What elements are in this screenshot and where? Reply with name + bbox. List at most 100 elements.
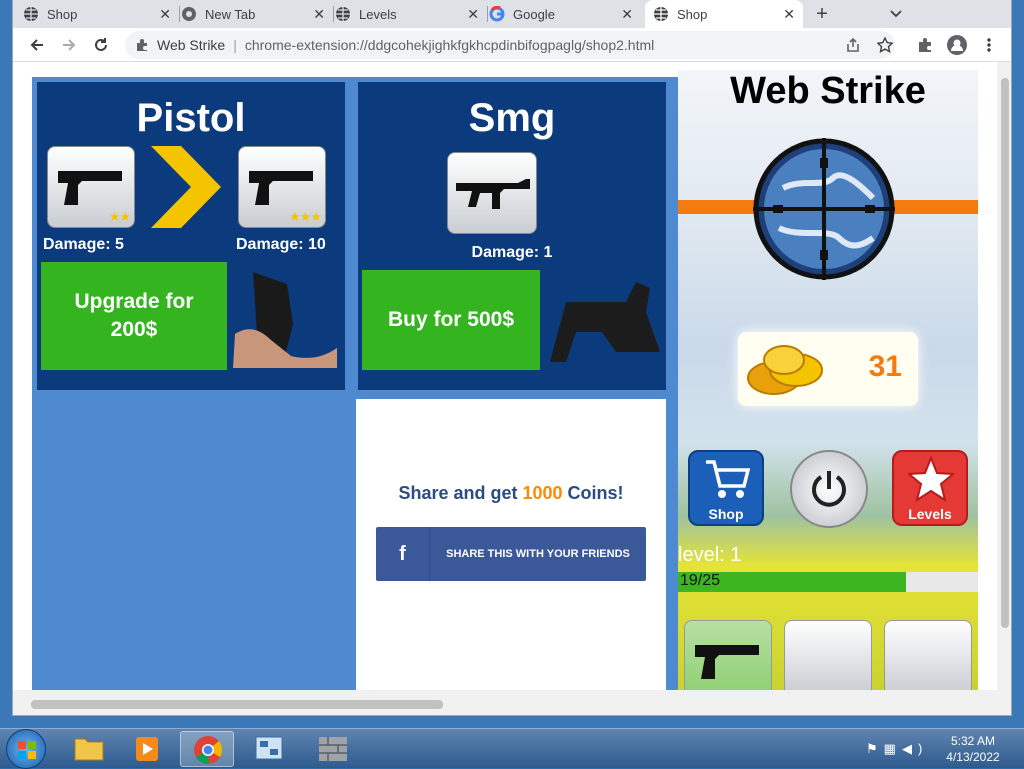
chevron-down-icon	[890, 10, 902, 18]
smg-title: Smg	[468, 96, 556, 140]
forward-button[interactable]	[57, 33, 81, 57]
power-icon	[812, 471, 846, 507]
close-tab-icon[interactable]: ✕	[783, 6, 795, 23]
site-name: Web Strike	[157, 37, 226, 53]
levels-button[interactable]: Levels	[892, 450, 968, 526]
extension-icon	[135, 38, 149, 52]
kebab-menu-icon	[987, 38, 991, 52]
pistol-card: Pistol ★★ ★★★ Damage: 5 Damage: 10 Upgra…	[34, 79, 348, 393]
start-button[interactable]	[6, 729, 46, 769]
media-player-icon	[136, 737, 158, 761]
media-player-taskbar-icon[interactable]	[120, 731, 174, 767]
share-text-end: Coins!	[562, 483, 624, 503]
tab-shop-1[interactable]: Shop ✕	[23, 0, 179, 28]
pistol-current-icon: ★★	[47, 146, 135, 228]
back-button[interactable]	[25, 33, 49, 57]
share-page-button[interactable]	[841, 33, 865, 57]
taskbar-clock[interactable]: 5:32 AM 4/13/2022	[940, 733, 1006, 765]
share-coin-amount: 1000	[522, 483, 563, 503]
smg-icon	[456, 179, 530, 209]
hand-pistol-image	[233, 272, 337, 368]
facebook-icon: f	[376, 527, 430, 581]
firewall-taskbar-icon[interactable]	[306, 731, 360, 767]
star-icon	[908, 456, 954, 502]
buy-smg-button[interactable]: Buy for 500$	[362, 270, 540, 370]
inventory-slot-1[interactable]	[684, 620, 772, 690]
tab-separator	[487, 6, 488, 22]
tab-title: Shop	[47, 6, 78, 22]
control-panel-taskbar-icon[interactable]	[242, 731, 296, 767]
new-tab-button[interactable]: +	[809, 0, 835, 28]
folder-icon	[74, 738, 104, 761]
browser-toolbar: Web Strike | chrome-extension://ddgcohek…	[13, 28, 1011, 62]
browser-window: Shop ✕ New Tab ✕ Levels ✕ Google ✕ Shop …	[12, 0, 1012, 716]
control-panel-icon	[255, 736, 283, 760]
forward-arrow-icon	[63, 39, 76, 51]
tab-search-button[interactable]	[883, 0, 909, 28]
horizontal-scroll-thumb[interactable]	[31, 700, 443, 709]
inventory-slot-2[interactable]	[784, 620, 872, 690]
address-divider: |	[233, 37, 237, 53]
brick-wall-icon	[319, 737, 347, 761]
game-sidebar: Web Strike 31 Shop Levels level: 1 19/25	[678, 70, 978, 690]
facebook-share-button[interactable]: f SHARE THIS WITH YOUR FRIENDS	[376, 527, 646, 581]
tab-separator	[179, 6, 180, 22]
bookmark-button[interactable]	[873, 33, 897, 57]
close-tab-icon[interactable]: ✕	[621, 6, 633, 23]
share-panel: Share and get 1000 Coins! f SHARE THIS W…	[356, 399, 666, 690]
chrome-icon	[182, 7, 196, 21]
arrow-right-icon	[151, 146, 221, 228]
globe-icon	[24, 7, 38, 21]
tab-levels[interactable]: Levels ✕	[335, 0, 487, 28]
system-tray[interactable]: ⚑▦◀)	[866, 741, 928, 757]
pistol-icon	[695, 645, 759, 679]
network-icon[interactable]: ▦	[884, 741, 902, 756]
game-title: Web Strike	[730, 70, 926, 112]
page-content: Pistol ★★ ★★★ Damage: 5 Damage: 10 Upgra…	[13, 62, 997, 690]
tab-title: New Tab	[205, 6, 256, 22]
windows-taskbar: ⚑▦◀) 5:32 AM 4/13/2022	[0, 728, 1024, 769]
smg-damage: Damage: 1	[471, 244, 553, 261]
pistol-upgrade-icon: ★★★	[238, 146, 326, 228]
menu-button[interactable]	[977, 33, 1001, 57]
tab-title: Google	[513, 6, 555, 22]
desktop-edge	[0, 60, 12, 700]
chrome-taskbar-icon[interactable]	[180, 731, 234, 767]
action-center-icon[interactable]: ⚑	[866, 741, 884, 756]
power-button[interactable]	[790, 450, 868, 528]
vertical-scroll-thumb[interactable]	[1001, 78, 1009, 628]
extensions-button[interactable]	[913, 33, 937, 57]
horizontal-scrollbar[interactable]	[13, 690, 1011, 715]
reload-button[interactable]	[89, 33, 113, 57]
close-tab-icon[interactable]: ✕	[313, 6, 325, 23]
current-stars: ★★	[108, 209, 131, 224]
coin-counter: 31	[738, 332, 918, 406]
tab-google[interactable]: Google ✕	[489, 0, 641, 28]
volume-icon[interactable]: ◀)	[902, 741, 928, 756]
vertical-scrollbar[interactable]	[997, 62, 1011, 690]
tab-strip: Shop ✕ New Tab ✕ Levels ✕ Google ✕ Shop …	[13, 0, 1011, 28]
address-bar[interactable]: Web Strike | chrome-extension://ddgcohek…	[125, 31, 895, 59]
shop-button[interactable]: Shop	[688, 450, 764, 526]
crosshair-globe-logo	[753, 138, 895, 280]
pistol-icon	[249, 171, 313, 205]
url-text: chrome-extension://ddgcohekjighkfgkhcpdi…	[244, 37, 655, 53]
explorer-taskbar-icon[interactable]	[62, 731, 116, 767]
puzzle-icon	[919, 38, 931, 52]
share-icon	[847, 37, 859, 52]
share-text: Share and get 1000 Coins!	[356, 483, 666, 504]
close-tab-icon[interactable]: ✕	[467, 6, 479, 23]
shop-button-label: Shop	[708, 506, 744, 522]
pistol-damage-upgrade: Damage: 10	[236, 236, 326, 253]
inventory-slot-3[interactable]	[884, 620, 972, 690]
chrome-icon	[194, 736, 223, 765]
avatar-icon	[947, 35, 967, 55]
tab-new-tab[interactable]: New Tab ✕	[181, 0, 333, 28]
upgrade-pistol-button[interactable]: Upgrade for 200$	[41, 262, 227, 370]
profile-button[interactable]	[945, 33, 969, 57]
share-button-label: SHARE THIS WITH YOUR FRIENDS	[446, 548, 630, 560]
close-tab-icon[interactable]: ✕	[159, 6, 171, 23]
xp-progress-text: 19/25	[680, 572, 721, 589]
tab-shop-active[interactable]: Shop ✕	[645, 0, 803, 28]
coin-count: 31	[868, 350, 902, 383]
